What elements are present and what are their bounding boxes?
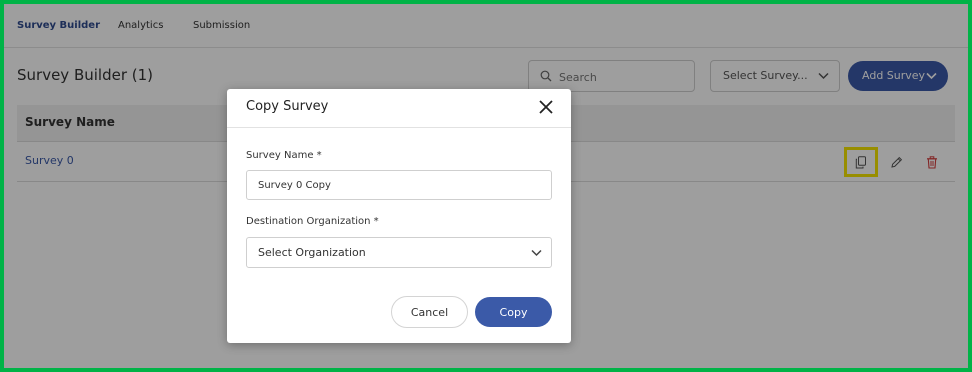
destination-organization-select[interactable]: Select Organization [246,237,552,268]
close-icon [539,100,553,114]
destination-organization-label: Destination Organization * [246,216,379,227]
modal-header: Copy Survey [227,89,571,128]
survey-name-input[interactable] [246,170,552,200]
modal-title: Copy Survey [246,99,329,114]
chevron-down-icon [531,249,542,257]
close-button[interactable] [537,98,555,116]
survey-name-label: Survey Name * [246,150,322,161]
copy-survey-modal: Copy Survey Survey Name * Destination Or… [227,89,571,343]
destination-organization-value: Select Organization [258,246,366,259]
copy-button[interactable]: Copy [475,297,552,327]
cancel-button[interactable]: Cancel [391,296,468,328]
